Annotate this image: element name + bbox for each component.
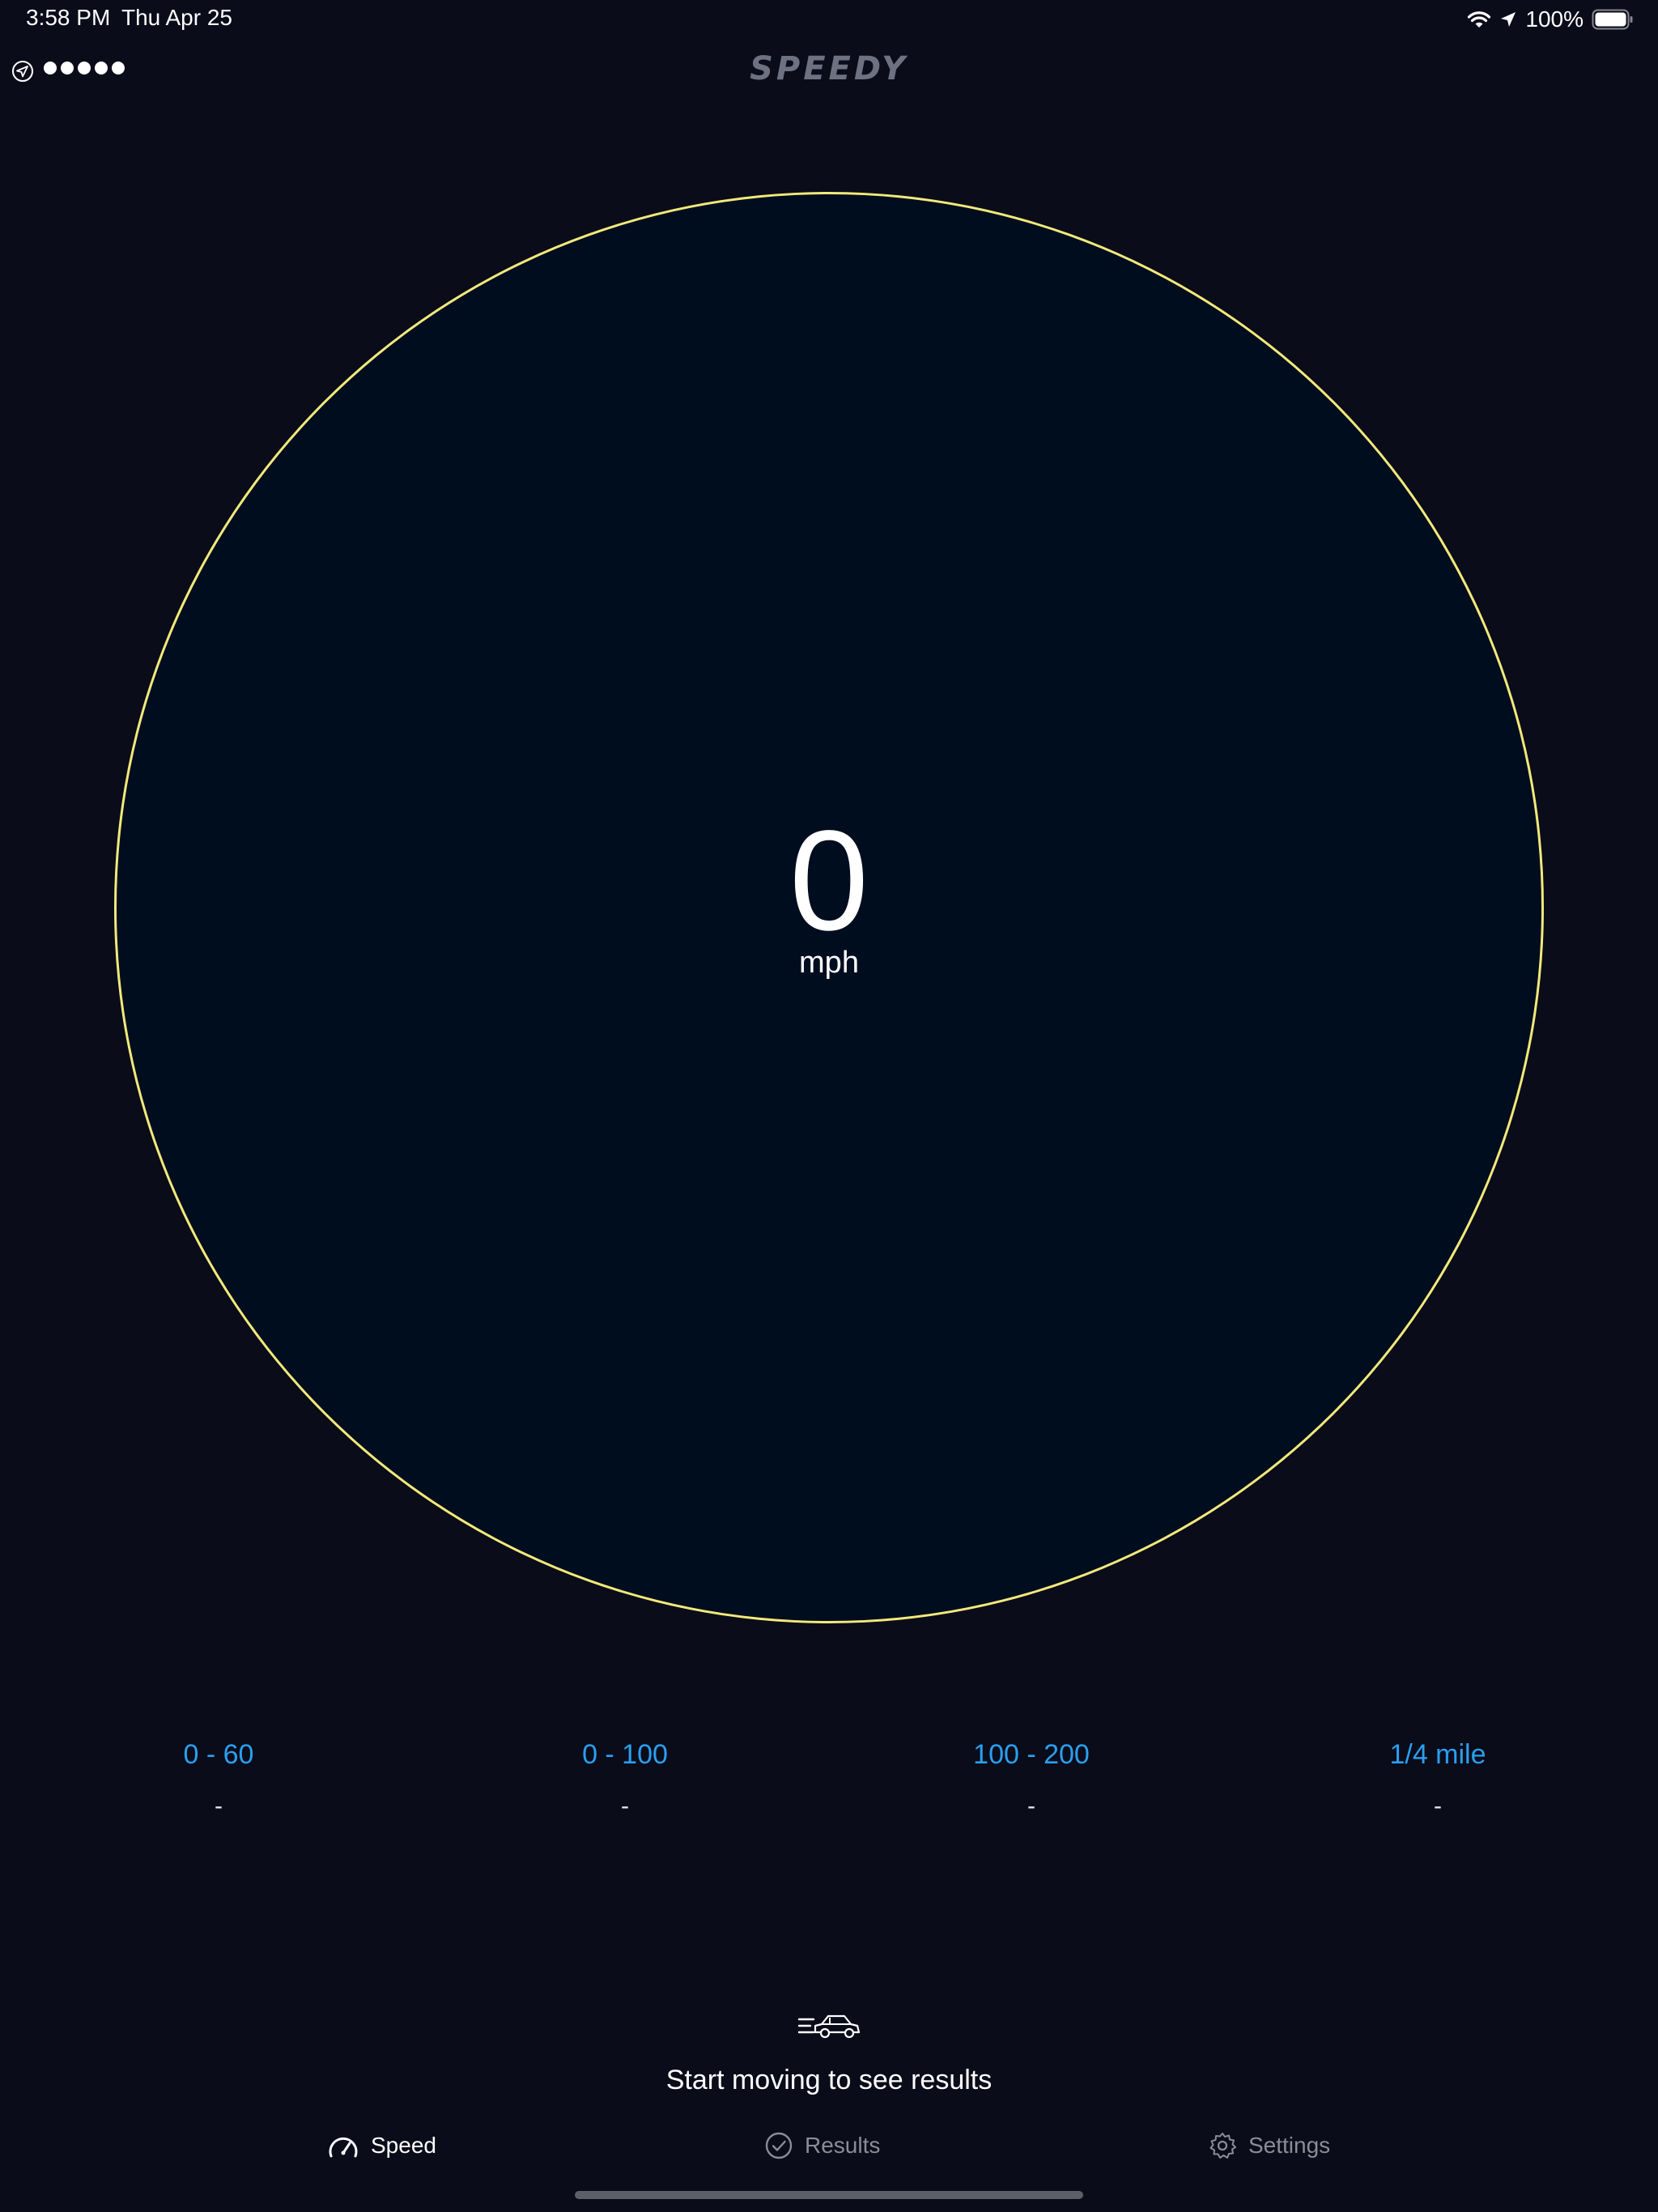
metric-100-200: 100 - 200 - xyxy=(886,1734,1177,1820)
speed-value: 0 xyxy=(789,802,869,960)
metric-value: - xyxy=(621,1793,629,1819)
tab-results[interactable]: Results xyxy=(764,2128,880,2163)
status-date: Thu Apr 25 xyxy=(121,5,232,30)
speedy-screen: 3:58 PM Thu Apr 25 100% SPEEDY 0 mph 0 -… xyxy=(0,0,1658,2212)
metric-quarter-mile: 1/4 mile - xyxy=(1292,1734,1584,1820)
tab-label: Speed xyxy=(371,2133,436,2158)
metric-label: 100 - 200 xyxy=(973,1739,1090,1770)
metric-value: - xyxy=(1434,1793,1442,1819)
metric-0-100: 0 - 100 - xyxy=(479,1734,771,1820)
gear-icon xyxy=(1209,2133,1236,2159)
start-moving-hint: Start moving to see results xyxy=(665,2065,993,2095)
tab-label: Settings xyxy=(1248,2133,1331,2158)
status-indicators: 100% xyxy=(1467,5,1634,34)
battery-icon xyxy=(1592,9,1633,30)
speedometer-icon xyxy=(329,2138,358,2158)
metric-value: - xyxy=(1027,1793,1035,1819)
home-indicator[interactable] xyxy=(575,2191,1083,2199)
speed-unit: mph xyxy=(799,946,859,980)
metric-label: 1/4 mile xyxy=(1389,1739,1486,1770)
metric-label: 0 - 100 xyxy=(582,1739,668,1770)
checkmark-circle-icon xyxy=(765,2132,793,2159)
metric-0-60: 0 - 60 - xyxy=(73,1734,364,1820)
status-time: 3:58 PM xyxy=(26,5,111,30)
wifi-icon xyxy=(1468,11,1491,28)
tab-settings[interactable]: Settings xyxy=(1208,2128,1330,2163)
app-title: SPEEDY xyxy=(750,50,908,87)
location-arrow-icon xyxy=(1501,12,1516,27)
speeding-car-icon xyxy=(797,2014,861,2039)
tab-speed[interactable]: Speed xyxy=(327,2128,436,2163)
metric-value: - xyxy=(215,1793,223,1819)
metric-label: 0 - 60 xyxy=(183,1739,254,1770)
tab-label: Results xyxy=(805,2133,881,2158)
battery-percentage: 100% xyxy=(1525,6,1584,32)
